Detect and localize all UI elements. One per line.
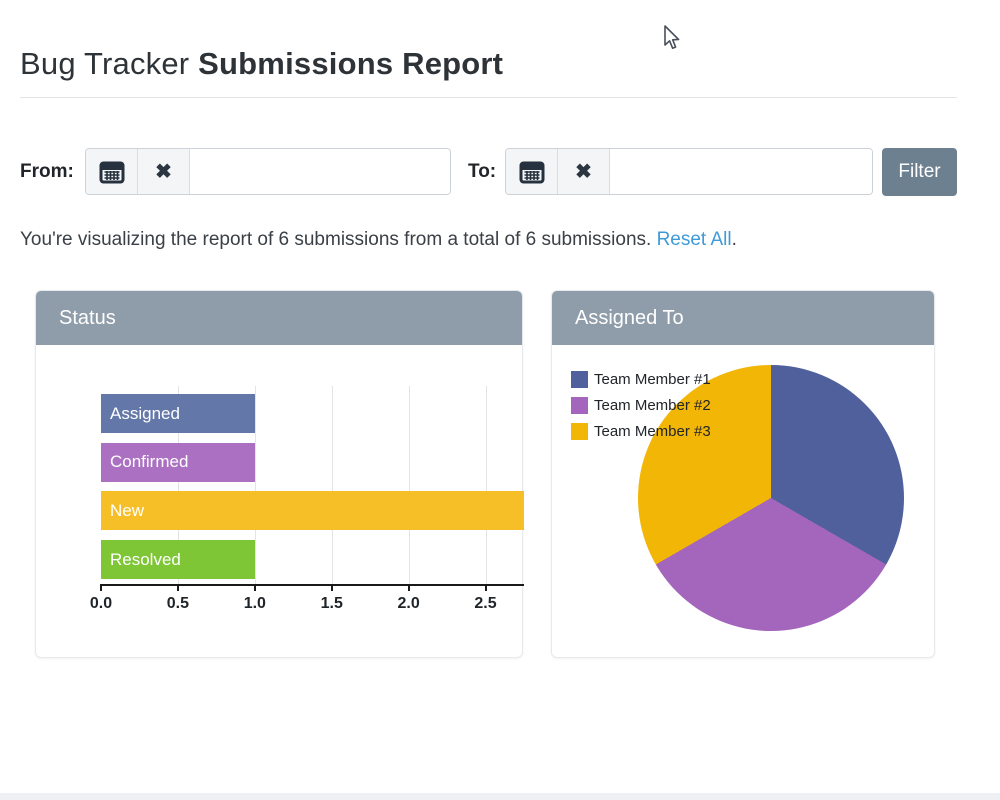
from-date-group: ✖: [85, 148, 451, 195]
from-calendar-button[interactable]: [86, 149, 138, 194]
to-clear-button[interactable]: ✖: [558, 149, 610, 194]
legend-item: Team Member #1: [571, 369, 711, 389]
assigned-to-panel-header: Assigned To: [552, 291, 934, 345]
bar-resolved: Resolved: [101, 540, 255, 579]
page-title: Bug Tracker Submissions Report: [20, 46, 503, 82]
bar-assigned: Assigned: [101, 394, 255, 433]
legend-label: Team Member #3: [594, 423, 711, 440]
to-date-input[interactable]: [610, 149, 872, 194]
legend-label: Team Member #2: [594, 397, 711, 414]
summary-text: You're visualizing the report of 6 submi…: [20, 229, 737, 251]
assigned-to-panel: Assigned To Team Member #1 Team Member #2…: [551, 290, 935, 658]
x-axis-tick-label: 0.0: [90, 595, 112, 613]
to-date-group: ✖: [505, 148, 873, 195]
calendar-icon: [519, 160, 545, 184]
x-axis-tick-label: 2.5: [474, 595, 496, 613]
from-date-input[interactable]: [190, 149, 450, 194]
legend-item: Team Member #2: [571, 395, 711, 415]
to-calendar-button[interactable]: [506, 149, 558, 194]
bar-confirmed: Confirmed: [101, 443, 255, 482]
x-axis-tick-label: 2.0: [398, 595, 420, 613]
x-icon: ✖: [575, 162, 592, 182]
title-divider: [20, 97, 957, 98]
summary-before: You're visualizing the report of 6 submi…: [20, 229, 657, 250]
summary-after: .: [732, 229, 737, 250]
from-label: From:: [20, 148, 74, 195]
bar-label: New: [101, 501, 144, 521]
legend-item: Team Member #3: [571, 421, 711, 441]
status-bar-chart: 0.0 0.5 1.0 1.5 2.0 2.5 Assigned Confirmed New Re…: [36, 291, 522, 657]
report-page: Bug Tracker Submissions Report From: ✖ T…: [0, 0, 1000, 800]
page-title-app: Bug Tracker: [20, 46, 189, 81]
pie-legend: Team Member #1 Team Member #2 Team Member …: [571, 369, 711, 447]
bar-new: New: [101, 491, 524, 530]
from-clear-button[interactable]: ✖: [138, 149, 190, 194]
bar-label: Confirmed: [101, 452, 188, 472]
reset-all-link[interactable]: Reset All: [657, 229, 732, 250]
arrow-cursor-icon: [661, 24, 683, 54]
legend-color-swatch: [571, 423, 588, 440]
gridline: [332, 386, 333, 584]
bar-label: Assigned: [101, 404, 180, 424]
legend-label: Team Member #1: [594, 371, 711, 388]
gridline: [255, 386, 256, 584]
x-axis-line: [101, 584, 524, 586]
bottom-scroll-strip: [0, 793, 1000, 800]
x-axis-tick-label: 1.5: [321, 595, 343, 613]
filter-button[interactable]: Filter: [882, 148, 957, 196]
page-title-section: Submissions Report: [198, 46, 503, 81]
calendar-icon: [99, 160, 125, 184]
legend-color-swatch: [571, 371, 588, 388]
to-label: To:: [468, 148, 496, 195]
status-panel: Status 0.00.51.01.52.02.5AssignedConfirm…: [35, 290, 523, 658]
bar-label: Resolved: [101, 550, 181, 570]
x-axis-tick-label: 1.0: [244, 595, 266, 613]
gridline: [409, 386, 410, 584]
x-axis-tick-label: 0.5: [167, 595, 189, 613]
x-icon: ✖: [155, 162, 172, 182]
legend-color-swatch: [571, 397, 588, 414]
date-filter-bar: From: ✖ To:: [0, 148, 1000, 196]
gridline: [486, 386, 487, 584]
